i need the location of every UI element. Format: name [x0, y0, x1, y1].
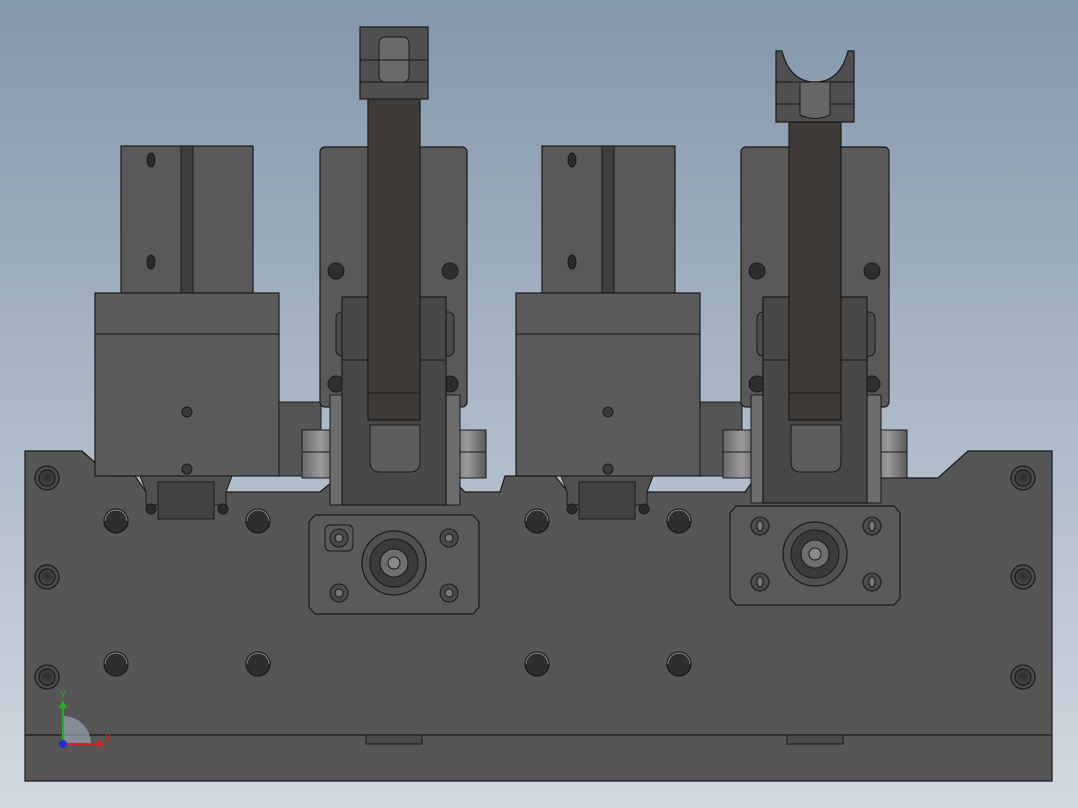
- cad-viewport[interactable]: X Y: [0, 0, 1078, 808]
- fixture-assembly-drawing: X Y: [24, 26, 1053, 782]
- cylinder-unit-left: [94, 145, 322, 520]
- x-axis-label: X: [105, 733, 112, 744]
- cylinder-unit-right: [515, 145, 743, 520]
- clamp-assembly-left: [301, 26, 487, 615]
- y-axis-label: Y: [59, 690, 67, 701]
- clamp-assembly-right: [722, 50, 908, 606]
